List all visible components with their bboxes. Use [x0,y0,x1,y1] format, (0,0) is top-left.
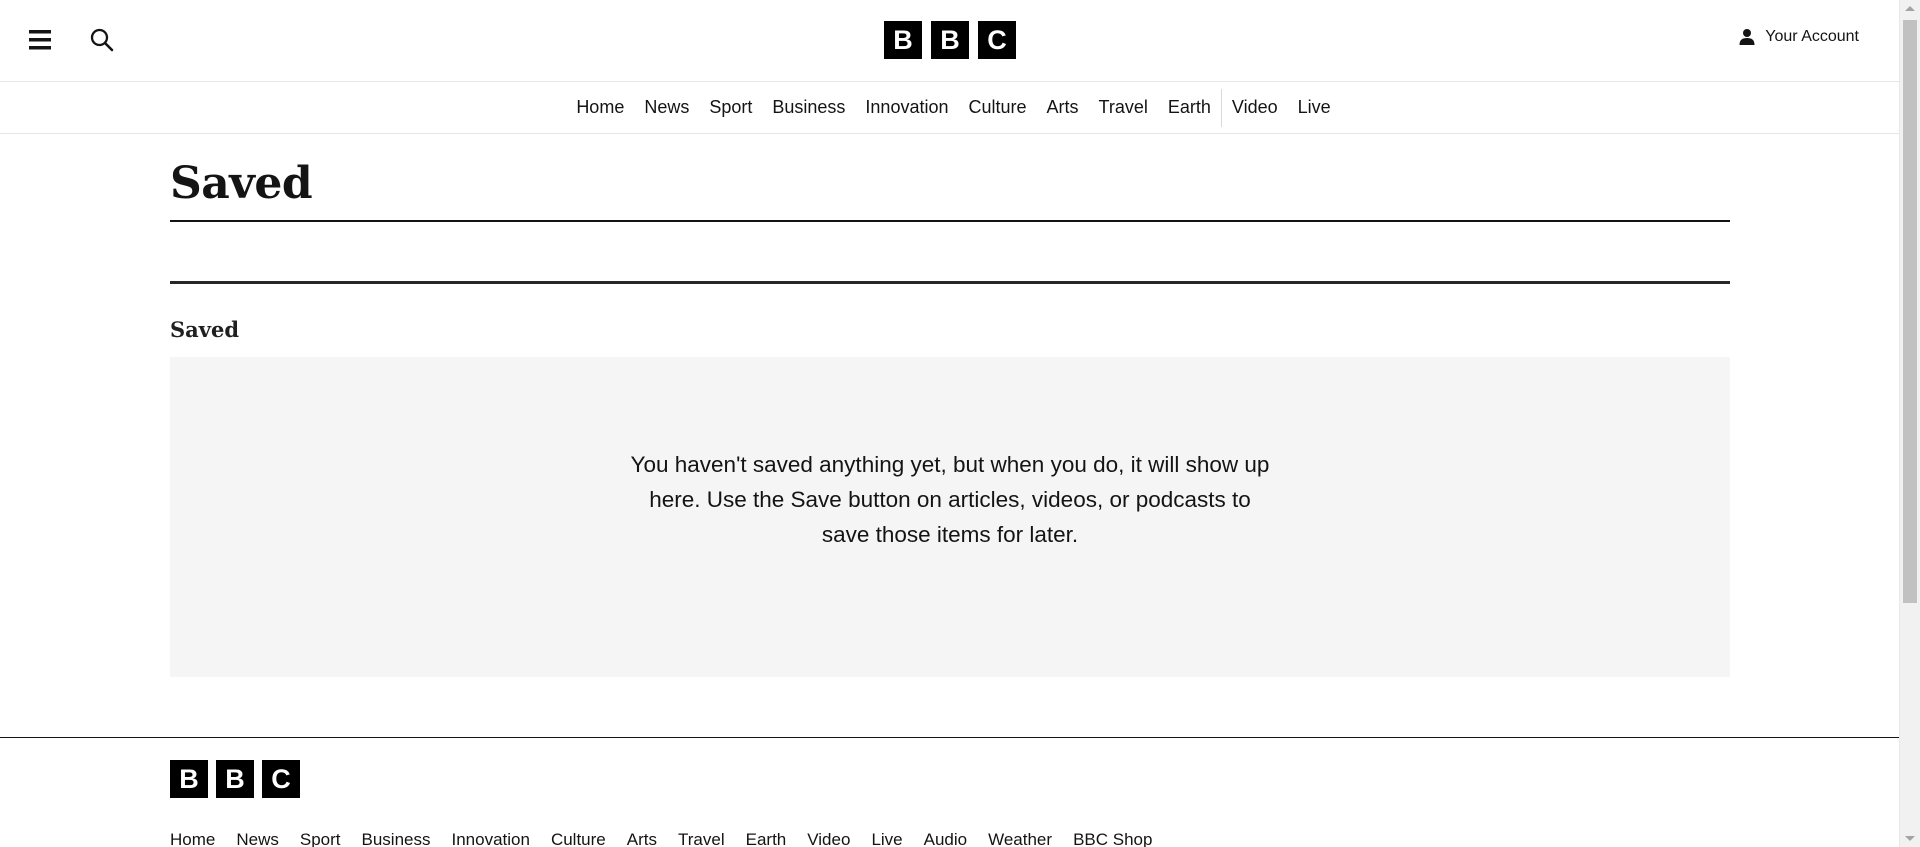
search-icon[interactable] [86,24,118,56]
vertical-scrollbar[interactable] [1899,0,1920,847]
nav-item-culture[interactable]: Culture [959,82,1037,133]
empty-state-message: You haven't saved anything yet, but when… [630,452,1270,548]
brand-letter: C [978,21,1016,59]
section-title: Saved [170,317,240,343]
nav-item-sport[interactable]: Sport [699,82,762,133]
footer-link-sport[interactable]: Sport [300,830,341,847]
footer-links: Home News Sport Business Innovation Cult… [170,830,1152,847]
nav-item-live[interactable]: Live [1288,82,1341,133]
footer-link-arts[interactable]: Arts [627,830,657,847]
title-divider [170,220,1730,222]
nav-item-travel[interactable]: Travel [1089,82,1158,133]
brand-letter: B [170,760,208,798]
brand-letter: B [931,21,969,59]
brand-letter: B [884,21,922,59]
page-title: Saved [170,158,313,209]
nav-item-innovation[interactable]: Innovation [855,82,958,133]
nav-item-video[interactable]: Video [1222,82,1288,133]
footer-link-video[interactable]: Video [807,830,850,847]
main-content: Saved Saved You haven't saved anything y… [170,134,1730,677]
empty-state-panel: You haven't saved anything yet, but when… [170,357,1730,677]
your-account-link[interactable]: Your Account [1738,28,1859,46]
nav-item-news[interactable]: News [634,82,699,133]
footer-link-culture[interactable]: Culture [551,830,606,847]
footer-bbc-logo[interactable]: B B C [170,760,300,798]
nav-item-home[interactable]: Home [566,82,634,133]
footer: B B C Home News Sport Business Innovatio… [0,737,1899,847]
footer-link-live[interactable]: Live [871,830,902,847]
top-header: B B C Your Account [0,0,1899,82]
scroll-up-arrow-icon[interactable] [1905,6,1915,11]
user-icon [1739,29,1755,45]
footer-link-home[interactable]: Home [170,830,215,847]
footer-link-business[interactable]: Business [362,830,431,847]
scroll-down-arrow-icon[interactable] [1905,836,1915,841]
nav-item-business[interactable]: Business [762,82,855,133]
bbc-logo[interactable]: B B C [884,21,1016,59]
scrollbar-thumb[interactable] [1903,20,1917,603]
footer-link-innovation[interactable]: Innovation [452,830,530,847]
section-divider [170,281,1730,284]
account-label: Your Account [1765,28,1859,45]
nav-list: Home News Sport Business Innovation Cult… [566,82,1340,133]
brand-letter: B [216,760,254,798]
footer-link-audio[interactable]: Audio [924,830,967,847]
primary-nav: Home News Sport Business Innovation Cult… [0,82,1899,134]
brand-letter: C [262,760,300,798]
page: B B C Your Account Home News Sport Busin… [0,0,1899,847]
footer-link-news[interactable]: News [236,830,279,847]
nav-item-arts[interactable]: Arts [1037,82,1089,133]
footer-link-weather[interactable]: Weather [988,830,1052,847]
footer-link-travel[interactable]: Travel [678,830,725,847]
footer-link-earth[interactable]: Earth [746,830,787,847]
nav-item-earth[interactable]: Earth [1158,82,1221,133]
footer-link-bbc-shop[interactable]: BBC Shop [1073,830,1152,847]
hamburger-menu-icon[interactable] [24,24,56,56]
